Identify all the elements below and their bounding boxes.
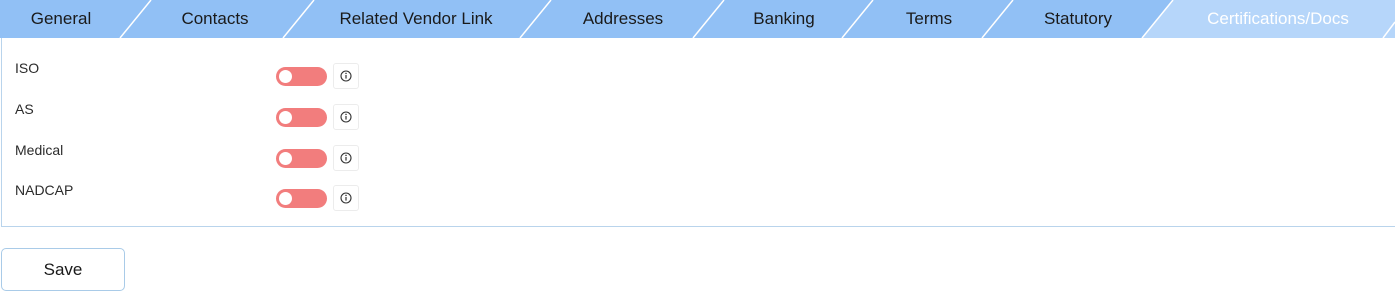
iso-info-button[interactable] [333, 63, 359, 89]
nadcap-info-button[interactable] [333, 185, 359, 211]
tab-general[interactable]: General [0, 0, 122, 38]
certification-label: NADCAP [15, 182, 74, 198]
medical-toggle[interactable] [276, 149, 327, 168]
toggle-knob [279, 111, 292, 124]
certification-row-as: AS [2, 101, 402, 131]
tab-statutory[interactable]: Statutory [998, 0, 1158, 38]
certifications-panel: ISO AS Medical NADCAP [1, 38, 1395, 227]
iso-toggle[interactable] [276, 67, 327, 86]
toggle-knob [279, 70, 292, 83]
toggle-knob [279, 192, 292, 205]
tab-contacts[interactable]: Contacts [133, 0, 297, 38]
tab-terms[interactable]: Terms [858, 0, 1000, 38]
tab-bar: General Contacts Related Vendor Link Add… [0, 0, 1395, 38]
tab-related-vendor-link[interactable]: Related Vendor Link [298, 0, 534, 38]
info-icon [340, 152, 352, 164]
tab-addresses[interactable]: Addresses [535, 0, 711, 38]
certification-label: ISO [15, 60, 40, 76]
medical-info-button[interactable] [333, 145, 359, 171]
nadcap-toggle[interactable] [276, 189, 327, 208]
certification-label: AS [15, 101, 34, 117]
tab-certifications-docs[interactable]: Certifications/Docs [1158, 0, 1395, 38]
certification-row-medical: Medical [2, 142, 402, 172]
info-icon [340, 192, 352, 204]
info-icon [340, 111, 352, 123]
toggle-knob [279, 152, 292, 165]
certification-row-iso: ISO [2, 60, 402, 90]
certification-row-nadcap: NADCAP [2, 182, 402, 212]
tab-banking[interactable]: Banking [708, 0, 860, 38]
as-info-button[interactable] [333, 104, 359, 130]
save-button[interactable]: Save [1, 248, 125, 291]
as-toggle[interactable] [276, 108, 327, 127]
info-icon [340, 70, 352, 82]
vendor-certifications-page: General Contacts Related Vendor Link Add… [0, 0, 1395, 297]
certification-label: Medical [15, 142, 64, 158]
